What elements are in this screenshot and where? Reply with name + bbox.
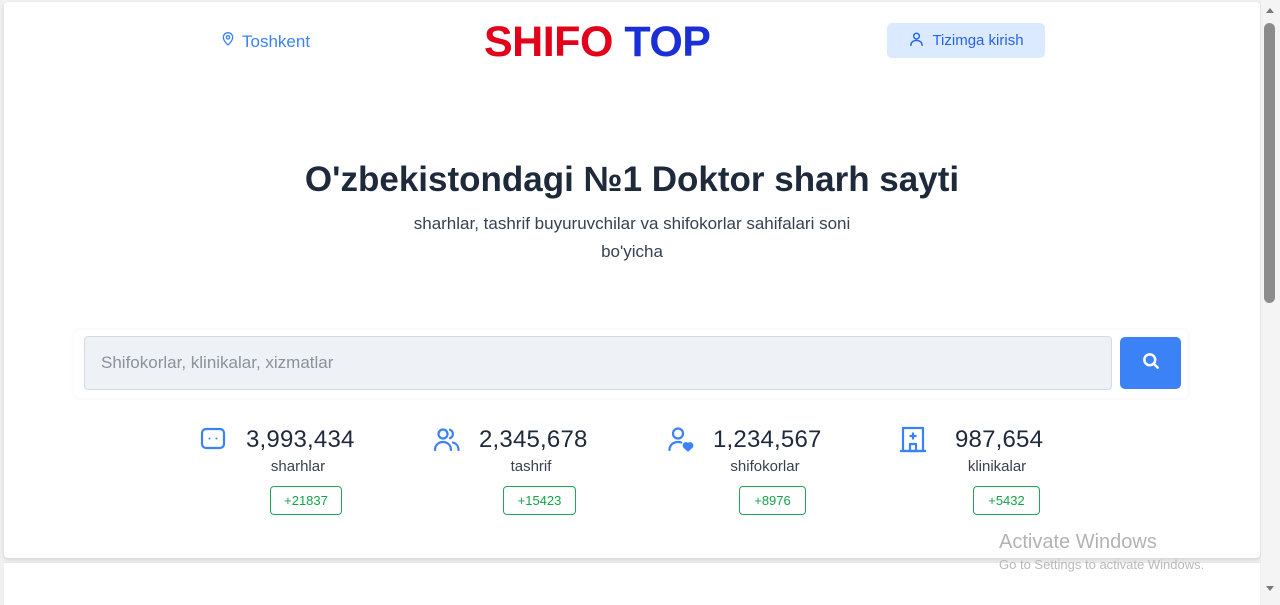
stat-label: sharhlar bbox=[270, 458, 326, 475]
user-heart-icon bbox=[667, 425, 695, 453]
map-pin-icon bbox=[220, 30, 236, 53]
stat-delta-badge: +15423 bbox=[503, 486, 576, 515]
site-logo[interactable]: SHIFO TOP bbox=[484, 18, 711, 66]
stat-value: 2,345,678 bbox=[479, 426, 588, 453]
page-title: O'zbekistondagi №1 Doktor sharh sayti bbox=[304, 160, 960, 199]
search-icon bbox=[1141, 351, 1161, 376]
stat-value: 987,654 bbox=[955, 426, 1044, 453]
activate-windows-title: Activate Windows bbox=[999, 531, 1157, 553]
login-button[interactable]: Tizimga kirish bbox=[887, 23, 1045, 58]
search-input[interactable] bbox=[84, 336, 1112, 390]
scroll-up-arrow-icon[interactable] bbox=[1266, 8, 1274, 13]
stat-value: 3,993,434 bbox=[246, 426, 355, 453]
activate-windows-subtitle: Go to Settings to activate Windows. bbox=[999, 557, 1205, 572]
logo-part-shifo: SHIFO bbox=[484, 18, 613, 66]
stat-label: tashrif bbox=[510, 458, 552, 475]
page-subtitle: sharhlar, tashrif buyuruvchilar va shifo… bbox=[413, 214, 851, 261]
login-label: Tizimga kirish bbox=[932, 32, 1024, 49]
search-button[interactable] bbox=[1120, 337, 1181, 389]
vertical-scrollbar[interactable] bbox=[1261, 0, 1280, 605]
stat-value: 1,234,567 bbox=[713, 426, 822, 453]
stat-label: shifokorlar bbox=[730, 458, 800, 475]
stat-visits: 2,345,678 tashrif +15423 bbox=[433, 423, 633, 523]
scroll-down-arrow-icon[interactable] bbox=[1266, 586, 1274, 591]
location-selector[interactable]: Toshkent bbox=[220, 30, 310, 53]
stat-doctors: 1,234,567 shifokorlar +8976 bbox=[667, 423, 867, 523]
stat-delta-badge: +8976 bbox=[739, 486, 806, 515]
location-label: Toshkent bbox=[242, 31, 311, 51]
stat-clinics: 987,654 klinikalar +5432 bbox=[899, 423, 1099, 523]
stat-label: klinikalar bbox=[967, 458, 1027, 475]
logo-part-top: TOP bbox=[624, 18, 711, 66]
scrollbar-thumb[interactable] bbox=[1264, 23, 1275, 303]
user-icon bbox=[908, 30, 925, 52]
stat-reviews: 3,993,434 sharhlar +21837 bbox=[200, 423, 400, 523]
hospital-icon bbox=[899, 425, 927, 453]
stat-delta-badge: +21837 bbox=[270, 486, 342, 515]
users-icon bbox=[433, 425, 461, 453]
stat-delta-badge: +5432 bbox=[973, 486, 1040, 515]
chat-bubble-icon bbox=[200, 425, 228, 453]
